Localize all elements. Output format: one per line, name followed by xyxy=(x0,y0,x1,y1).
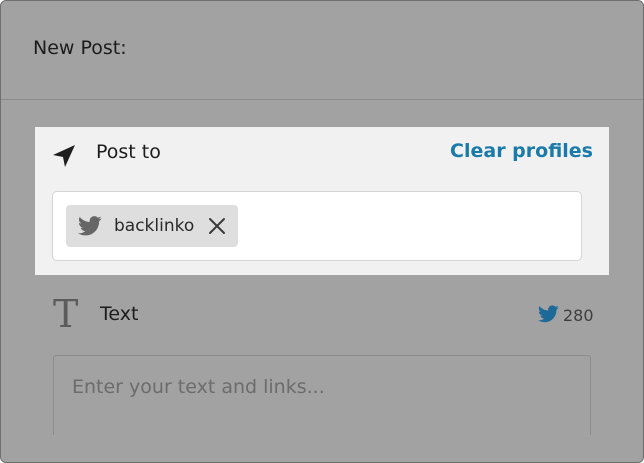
post-to-label: Post to xyxy=(96,141,161,163)
text-T-icon: T xyxy=(53,292,79,336)
text-section-label: Text xyxy=(100,303,139,325)
profile-name: backlinko xyxy=(114,216,195,236)
twitter-icon xyxy=(78,216,102,236)
profile-chip-backlinko: backlinko xyxy=(66,205,238,247)
new-post-dialog: New Post: Post to Clear profiles backlin… xyxy=(0,0,644,463)
close-icon[interactable] xyxy=(208,217,226,235)
character-count: 280 xyxy=(563,306,594,325)
profiles-selector[interactable]: backlinko xyxy=(52,191,582,261)
post-to-section: Post to Clear profiles backlinko xyxy=(35,127,609,275)
clear-profiles-button[interactable]: Clear profiles xyxy=(450,140,593,162)
page-title: New Post: xyxy=(33,37,127,59)
dialog-header: New Post: xyxy=(1,1,643,100)
twitter-icon xyxy=(538,305,559,323)
send-icon xyxy=(53,145,75,167)
post-text-input[interactable] xyxy=(53,355,591,435)
